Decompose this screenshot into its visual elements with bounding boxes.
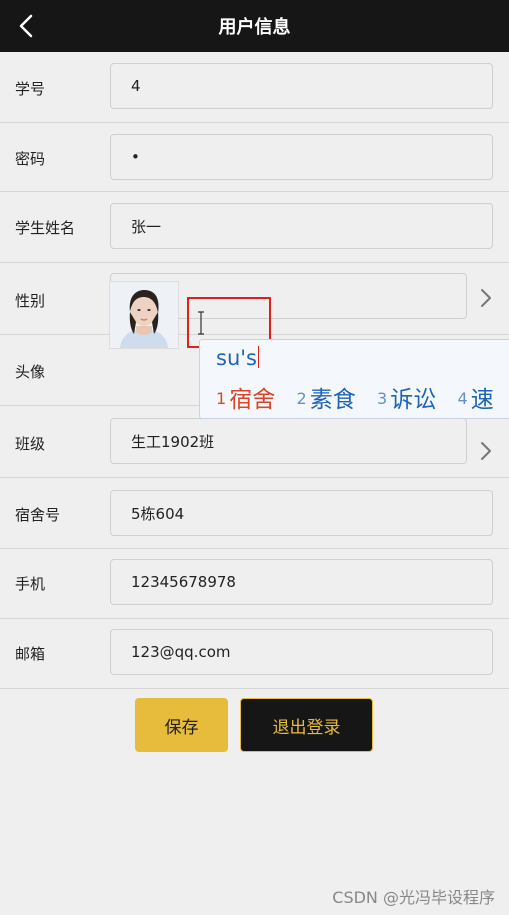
candidate-text: 诉讼 — [390, 387, 437, 413]
ime-composition: su's — [216, 346, 259, 370]
dorm-label: 宿舍号 — [15, 506, 61, 524]
email-field[interactable]: 123@qq.com — [110, 629, 493, 675]
email-label: 邮箱 — [15, 645, 46, 663]
candidate-text: 素食 — [309, 387, 356, 413]
top-bar: 用户信息 — [0, 0, 509, 52]
row-phone: 手机 12345678978 — [0, 549, 509, 619]
row-email: 邮箱 123@qq.com — [0, 619, 509, 689]
student-no-label: 学号 — [15, 80, 46, 98]
candidate-text: 宿舍 — [229, 387, 276, 413]
ime-candidate[interactable]: 1 宿舍 — [216, 380, 275, 414]
class-select[interactable]: 生工1902班 — [110, 418, 467, 464]
action-bar: 保存 退出登录 — [0, 698, 509, 754]
class-value: 生工1902班 — [131, 432, 215, 451]
ime-candidate[interactable]: 3 诉讼 — [377, 380, 436, 414]
name-label: 学生姓名 — [15, 219, 76, 237]
student-no-value: 4 — [131, 77, 141, 95]
row-password: 密码 • — [0, 123, 509, 192]
back-button[interactable] — [10, 10, 42, 42]
logout-button[interactable]: 退出登录 — [240, 698, 373, 752]
back-chevron-icon — [19, 14, 33, 38]
phone-value: 12345678978 — [131, 573, 236, 591]
ime-candidate-window: su's 1 宿舍 2 素食 3 诉讼 4速 — [199, 339, 509, 419]
candidate-number: 4 — [457, 389, 468, 408]
avatar-label: 头像 — [15, 363, 46, 381]
dorm-field[interactable]: 5栋604 — [110, 490, 493, 536]
name-value: 张一 — [131, 217, 162, 236]
name-field[interactable]: 张一 — [110, 203, 493, 249]
gender-label: 性别 — [15, 292, 46, 310]
dorm-value: 5栋604 — [131, 504, 185, 523]
phone-label: 手机 — [15, 575, 46, 593]
candidate-text: 速 — [470, 387, 494, 413]
page-title: 用户信息 — [218, 17, 291, 38]
ime-candidate[interactable]: 4速 — [458, 380, 494, 414]
ime-caret — [257, 346, 259, 368]
row-name: 学生姓名 张一 — [0, 192, 509, 263]
avatar[interactable] — [109, 281, 179, 349]
phone-field[interactable]: 12345678978 — [110, 559, 493, 605]
ime-candidate[interactable]: 2 素食 — [297, 380, 356, 414]
password-label: 密码 — [15, 150, 46, 168]
avatar-photo — [110, 282, 178, 348]
ime-composition-text: su's — [216, 346, 257, 370]
student-no-field[interactable]: 4 — [110, 63, 493, 109]
candidate-number: 1 — [216, 389, 227, 408]
save-button[interactable]: 保存 — [135, 698, 228, 752]
class-label: 班级 — [15, 435, 46, 453]
password-value: • — [131, 148, 140, 166]
row-dorm: 宿舍号 5栋604 — [0, 478, 509, 549]
watermark: CSDN @光冯毕设程序 — [332, 888, 495, 907]
password-field[interactable]: • — [110, 134, 493, 180]
email-value: 123@qq.com — [131, 643, 231, 661]
candidate-number: 3 — [377, 389, 388, 408]
ime-candidates: 1 宿舍 2 素食 3 诉讼 4速 — [216, 380, 508, 414]
chevron-right-icon[interactable] — [477, 439, 495, 463]
candidate-number: 2 — [296, 389, 307, 408]
chevron-right-icon[interactable] — [477, 286, 495, 310]
row-student-no: 学号 4 — [0, 52, 509, 123]
text-cursor-icon — [198, 311, 204, 335]
